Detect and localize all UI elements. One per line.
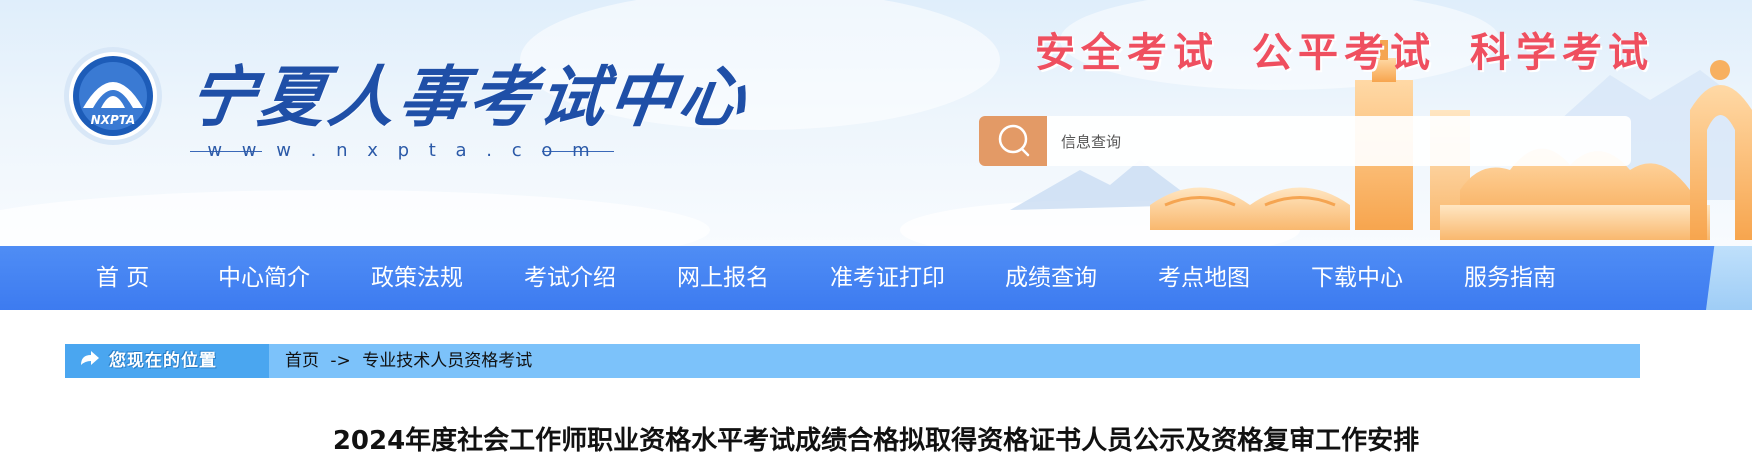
nav-item-admission[interactable]: 准考证打印 [830,246,945,310]
search-icon [998,124,1030,157]
search-box [979,116,1631,166]
nav-item-home[interactable]: 首 页 [96,246,149,310]
breadcrumb-label: 您现在的位置 [109,351,217,371]
site-title: 宁夏人事考试中心 [183,58,755,136]
breadcrumb-home-link[interactable]: 首页 [285,351,319,371]
slogan-safe: 安全考试 [1035,30,1219,76]
nav-item-about[interactable]: 中心简介 [218,246,310,310]
nav-item-map[interactable]: 考点地图 [1158,246,1250,310]
search-input[interactable] [1059,124,1603,160]
header-banner: NXPTA 宁夏人事考试中心 w w w . n x p t a . c o m… [0,0,1752,246]
slogan-science: 科学考试 [1470,30,1654,76]
search-button[interactable] [979,116,1047,166]
nav-item-exams[interactable]: 考试介绍 [524,246,616,310]
location-arrow-icon [81,351,99,365]
site-url: w w w . n x p t a . c o m [207,140,597,161]
nxpta-logo[interactable]: NXPTA [63,46,163,146]
breadcrumb-trail: 首页 -> 专业技术人员资格考试 [285,344,538,378]
breadcrumb-label-box: 您现在的位置 [65,344,269,378]
site-url-block: w w w . n x p t a . c o m [190,140,614,164]
nav-item-guide[interactable]: 服务指南 [1464,246,1556,310]
nav-item-scores[interactable]: 成绩查询 [1005,246,1097,310]
breadcrumb-category-link[interactable]: 专业技术人员资格考试 [362,351,532,371]
slogan-fair: 公平考试 [1252,30,1436,76]
nav-item-policy[interactable]: 政策法规 [371,246,463,310]
nav-item-downloads[interactable]: 下载中心 [1311,246,1403,310]
logo-text: NXPTA [91,113,136,127]
main-nav: 首 页 中心简介 政策法规 考试介绍 网上报名 准考证打印 成绩查询 考点地图 … [0,246,1752,310]
article-title: 2024年度社会工作师职业资格水平考试成绩合格拟取得资格证书人员公示及资格复审工… [332,426,1420,456]
breadcrumb-separator: -> [330,351,351,371]
breadcrumb: 您现在的位置 首页 -> 专业技术人员资格考试 [65,344,1640,378]
nav-item-register[interactable]: 网上报名 [677,246,769,310]
